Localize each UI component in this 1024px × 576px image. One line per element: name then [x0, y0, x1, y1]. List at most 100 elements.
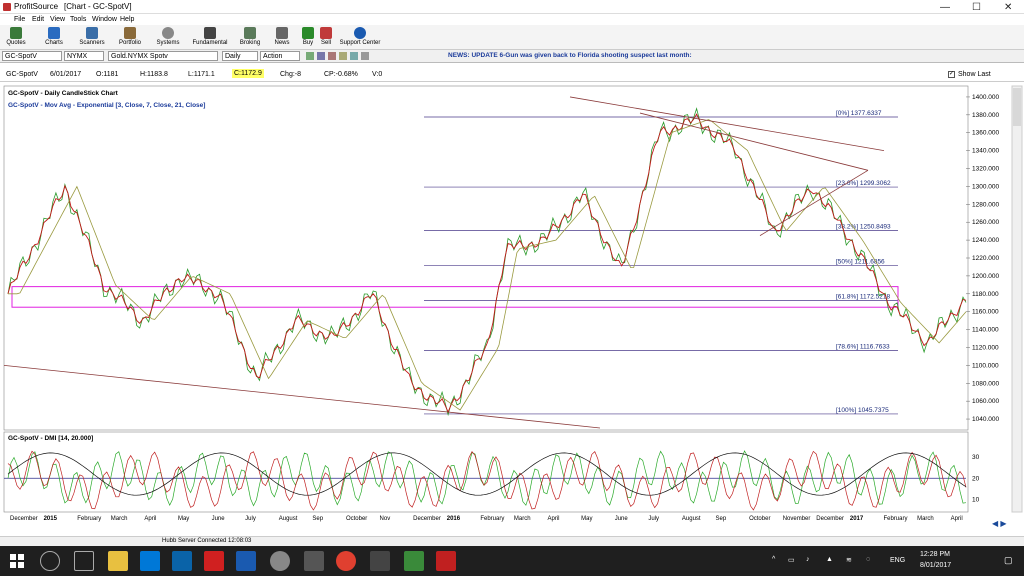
language-indicator[interactable]: ENG: [890, 557, 905, 564]
info-volume: V:0: [372, 71, 383, 78]
y-tick-label: 1300.000: [972, 183, 999, 190]
info-change-pct: CP:-0.68%: [324, 71, 358, 78]
menu-tools[interactable]: Tools: [70, 16, 86, 23]
scanners-icon: [86, 27, 98, 39]
exchange-select[interactable]: NYMX: [64, 51, 104, 61]
info-open: O:1181: [96, 71, 119, 78]
x-tick-label: August: [279, 516, 298, 522]
y-tick-label: 1100.000: [972, 362, 999, 369]
clock-date[interactable]: 8/01/2017: [920, 562, 951, 569]
indicator-tool-icon[interactable]: [339, 52, 347, 60]
help-icon: [354, 27, 366, 39]
taskbar: ^ ▭ ♪ ▲ ≋ ◌ ENG 12:28 PM 8/01/2017 ▢: [0, 546, 1024, 576]
broking-button[interactable]: Broking: [238, 27, 262, 46]
chrome-icon[interactable]: [336, 551, 356, 571]
file-explorer-icon[interactable]: [108, 551, 128, 571]
x-tick-label: July: [245, 516, 256, 522]
gear-app-icon[interactable]: [270, 551, 290, 571]
gc-app-icon[interactable]: [404, 551, 424, 571]
symbol-input[interactable]: GC-SpotV: [2, 51, 62, 61]
menu-bar: File Edit View Tools Window Help: [0, 14, 1024, 25]
action-center-icon[interactable]: ▢: [1004, 555, 1013, 566]
title-bar: ProfitSource [Chart - GC-SpotV] — ☐ ✕: [0, 0, 1024, 14]
x-tick-label: October: [749, 516, 770, 522]
task-view-icon[interactable]: [74, 551, 94, 571]
clock-time[interactable]: 12:28 PM: [920, 551, 950, 558]
menu-view[interactable]: View: [50, 16, 65, 23]
menu-help[interactable]: Help: [120, 16, 134, 23]
zoom-tool-icon[interactable]: [317, 52, 325, 60]
menu-file[interactable]: File: [14, 16, 25, 23]
x-tick-label: March: [917, 516, 934, 522]
y-tick-label: 1320.000: [972, 166, 999, 173]
y-tick-label: 1240.000: [972, 237, 999, 244]
y-tick-label: 1080.000: [972, 380, 999, 387]
x-tick-label: December: [10, 516, 38, 522]
period-select[interactable]: Daily: [222, 51, 258, 61]
symbol-bar: GC-SpotV NYMX Gold.NYMX Spotv Daily Acti…: [0, 50, 1024, 63]
x-tick-label: June: [615, 516, 629, 522]
fundamental-button[interactable]: Fundamental: [192, 27, 228, 46]
y-tick-label: 1260.000: [972, 219, 999, 226]
y-tick-label: 1160.000: [972, 309, 999, 316]
quotes-button[interactable]: Quotes: [4, 27, 28, 46]
fib-label: [0%] 1377.6337: [836, 110, 882, 117]
menu-window[interactable]: Window: [92, 16, 117, 23]
chart-area[interactable]: 1400.000 1380.000 1360.000 1340.000 1320.000…: [0, 84, 1024, 532]
close-button[interactable]: ✕: [1004, 2, 1012, 13]
network-icon[interactable]: ▲: [826, 556, 833, 563]
x-tick-label: Nov: [380, 516, 391, 522]
x-tick-label: August: [682, 516, 701, 522]
status-bar: Hubb Server Connected 12:08:03: [0, 536, 1024, 546]
price-chart[interactable]: 1400.000 1380.000 1360.000 1340.000 1320.000…: [0, 84, 1024, 532]
shield-app-icon[interactable]: [236, 551, 256, 571]
portfolio-icon: [124, 27, 136, 39]
speaker-icon[interactable]: ♪: [806, 556, 810, 563]
y-tick-label: 1360.000: [972, 130, 999, 137]
charts-button[interactable]: Charts: [42, 27, 66, 46]
profitsource-taskbar-icon[interactable]: [436, 551, 456, 571]
news-ticker[interactable]: NEWS: UPDATE 6-Gun was given back to Flo…: [448, 52, 692, 59]
x-tick-label: Sep: [716, 516, 727, 522]
line-tool-icon[interactable]: [328, 52, 336, 60]
info-change: Chg:-8: [280, 71, 302, 78]
search-icon[interactable]: [40, 551, 60, 571]
windows-store-icon[interactable]: [172, 551, 192, 571]
chart-side-tab[interactable]: [1013, 88, 1021, 126]
x-tick-label: May: [581, 516, 592, 522]
action-menu[interactable]: Action: [260, 51, 300, 61]
sell-icon: [320, 27, 332, 39]
x-tick-label: 2016: [447, 516, 461, 522]
edge-icon[interactable]: [140, 551, 160, 571]
sell-button[interactable]: Sell: [318, 27, 334, 46]
tray-arrow-icon[interactable]: ^: [772, 556, 775, 563]
fib-label: [78.6%] 1116.7633: [836, 343, 890, 350]
maximize-button[interactable]: ☐: [972, 2, 981, 13]
wifi-icon[interactable]: ≋: [846, 556, 852, 564]
battery-icon[interactable]: ▭: [788, 556, 795, 564]
support-center-button[interactable]: Support Center: [338, 27, 382, 46]
scanners-button[interactable]: Scanners: [78, 27, 106, 46]
dmi-tick-label: 20: [972, 475, 980, 482]
template-tool-icon[interactable]: [350, 52, 358, 60]
windows-start-icon[interactable]: [10, 554, 24, 568]
kogan-app-icon[interactable]: [204, 551, 224, 571]
menu-edit[interactable]: Edit: [32, 16, 44, 23]
buy-button[interactable]: Buy: [300, 27, 316, 46]
settings-tool-icon[interactable]: [361, 52, 369, 60]
minimize-button[interactable]: —: [940, 2, 950, 13]
draw-tool-icon[interactable]: [306, 52, 314, 60]
news-button[interactable]: News: [272, 27, 292, 46]
window-title: [Chart - GC-SpotV]: [64, 2, 132, 11]
show-last-checkbox[interactable]: ✓: [948, 71, 955, 78]
media-app-icon[interactable]: [304, 551, 324, 571]
news-icon: [276, 27, 288, 39]
notification-tray-icon[interactable]: ◌: [866, 556, 870, 563]
chart-tools-strip[interactable]: [306, 52, 446, 60]
scroll-arrows[interactable]: ◀ ▶: [992, 519, 1007, 528]
systems-button[interactable]: Systems: [154, 27, 182, 46]
y-tick-label: 1380.000: [972, 112, 999, 119]
description-field[interactable]: Gold.NYMX Spotv: [108, 51, 218, 61]
tablet-app-icon[interactable]: [370, 551, 390, 571]
portfolio-button[interactable]: Portfolio: [116, 27, 144, 46]
